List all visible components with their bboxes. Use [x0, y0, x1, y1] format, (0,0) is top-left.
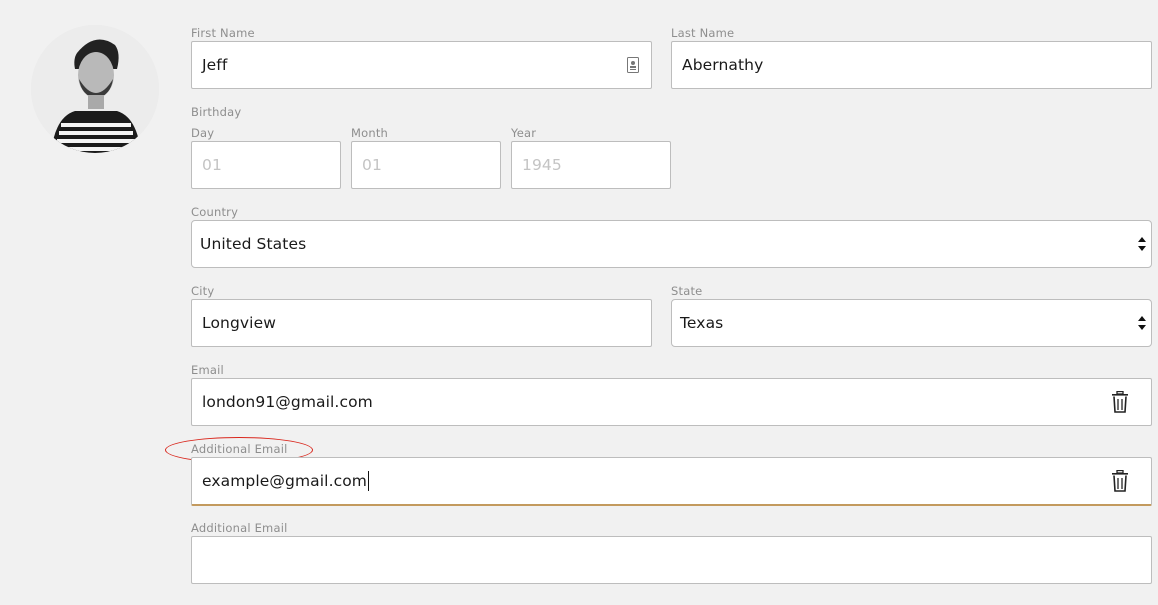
first-name-label: First Name — [191, 26, 255, 40]
email-label: Email — [191, 363, 224, 377]
avatar — [31, 25, 159, 153]
email-value: london91@gmail.com — [202, 393, 373, 411]
trash-icon[interactable] — [1111, 391, 1129, 413]
additional-email-2-label: Additional Email — [191, 521, 288, 535]
contact-card-icon[interactable] — [627, 57, 639, 73]
additional-email-field[interactable]: example@gmail.com — [191, 457, 1152, 506]
up-down-arrows-icon — [1138, 316, 1146, 330]
city-value: Longview — [202, 314, 277, 332]
day-label: Day — [191, 126, 215, 140]
year-label: Year — [511, 126, 537, 140]
day-value: 01 — [202, 156, 222, 174]
day-field[interactable]: 01 — [191, 141, 341, 189]
last-name-label: Last Name — [671, 26, 735, 40]
trash-icon[interactable] — [1111, 470, 1129, 492]
month-label: Month — [351, 126, 389, 140]
state-label: State — [671, 284, 703, 298]
last-name-value: Abernathy — [682, 56, 764, 74]
month-field[interactable]: 01 — [351, 141, 501, 189]
text-caret — [368, 471, 369, 491]
additional-email-value-wrap: example@gmail.com — [202, 458, 369, 504]
up-down-arrows-icon — [1138, 237, 1146, 251]
city-field[interactable]: Longview — [191, 299, 652, 347]
year-value: 1945 — [522, 156, 562, 174]
country-select[interactable]: United States — [191, 220, 1152, 268]
country-value: United States — [200, 235, 307, 253]
birthday-label: Birthday — [191, 105, 242, 119]
first-name-value: Jeff — [202, 56, 228, 74]
last-name-field[interactable]: Abernathy — [671, 41, 1152, 89]
email-field[interactable]: london91@gmail.com — [191, 378, 1152, 426]
additional-email-2-field[interactable] — [191, 536, 1152, 584]
first-name-field[interactable]: Jeff — [191, 41, 652, 89]
state-value: Texas — [680, 314, 724, 332]
country-label: Country — [191, 205, 239, 219]
year-field[interactable]: 1945 — [511, 141, 671, 189]
state-select[interactable]: Texas — [671, 299, 1152, 347]
avatar-photo — [31, 25, 159, 153]
additional-email-value: example@gmail.com — [202, 472, 367, 490]
month-value: 01 — [362, 156, 382, 174]
city-label: City — [191, 284, 215, 298]
